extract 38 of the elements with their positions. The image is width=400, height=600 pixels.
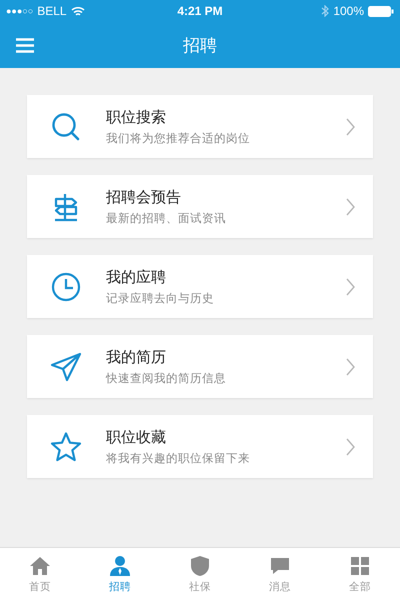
menu-card[interactable]: 职位收藏 将我有兴趣的职位保留下来 bbox=[27, 415, 373, 478]
item-title: 职位搜索 bbox=[106, 108, 167, 126]
page-title: 招聘 bbox=[182, 34, 218, 56]
person-icon bbox=[109, 554, 131, 576]
wifi-icon bbox=[70, 6, 85, 16]
chevron-icon bbox=[346, 198, 355, 216]
battery-percent: 100% bbox=[333, 4, 364, 18]
menu-card[interactable]: 招聘会预告 最新的招聘、面试资讯 bbox=[27, 175, 373, 238]
item-title: 职位收藏 bbox=[106, 428, 167, 446]
chevron-icon bbox=[346, 278, 355, 296]
battery-icon bbox=[368, 6, 394, 16]
tab-item[interactable]: 招聘 bbox=[80, 548, 160, 600]
item-title: 我的简历 bbox=[106, 348, 167, 366]
paper-plane-icon bbox=[50, 350, 82, 382]
home-icon bbox=[29, 554, 51, 576]
chevron-icon bbox=[346, 118, 355, 136]
shield-icon bbox=[189, 554, 211, 576]
chevron-icon bbox=[346, 358, 355, 376]
item-subtitle: 最新的招聘、面试资讯 bbox=[106, 210, 227, 226]
search-icon bbox=[50, 110, 82, 142]
item-subtitle: 快速查阅我的简历信息 bbox=[106, 370, 227, 386]
menu-card[interactable]: 职位搜索 我们将为您推荐合适的岗位 bbox=[27, 95, 373, 158]
bluetooth-icon bbox=[321, 5, 330, 17]
carrier-name: BELL bbox=[37, 4, 67, 18]
signal-strength: ●●●○○ bbox=[6, 6, 34, 16]
grid-icon bbox=[349, 554, 371, 576]
clock-icon bbox=[50, 270, 82, 302]
item-subtitle: 将我有兴趣的职位保留下来 bbox=[106, 450, 251, 466]
star-icon bbox=[50, 430, 82, 462]
item-title: 招聘会预告 bbox=[106, 188, 182, 206]
menu-card[interactable]: 我的简历 快速查阅我的简历信息 bbox=[27, 335, 373, 398]
item-subtitle: 记录应聘去向与历史 bbox=[106, 290, 215, 306]
clock-time: 4:21 PM bbox=[177, 4, 223, 18]
item-title: 我的应聘 bbox=[106, 268, 167, 286]
chevron-icon bbox=[346, 438, 355, 456]
menu-card[interactable]: 我的应聘 记录应聘去向与历史 bbox=[27, 255, 373, 318]
menu-icon[interactable] bbox=[16, 38, 34, 52]
item-subtitle: 我们将为您推荐合适的岗位 bbox=[106, 130, 251, 146]
